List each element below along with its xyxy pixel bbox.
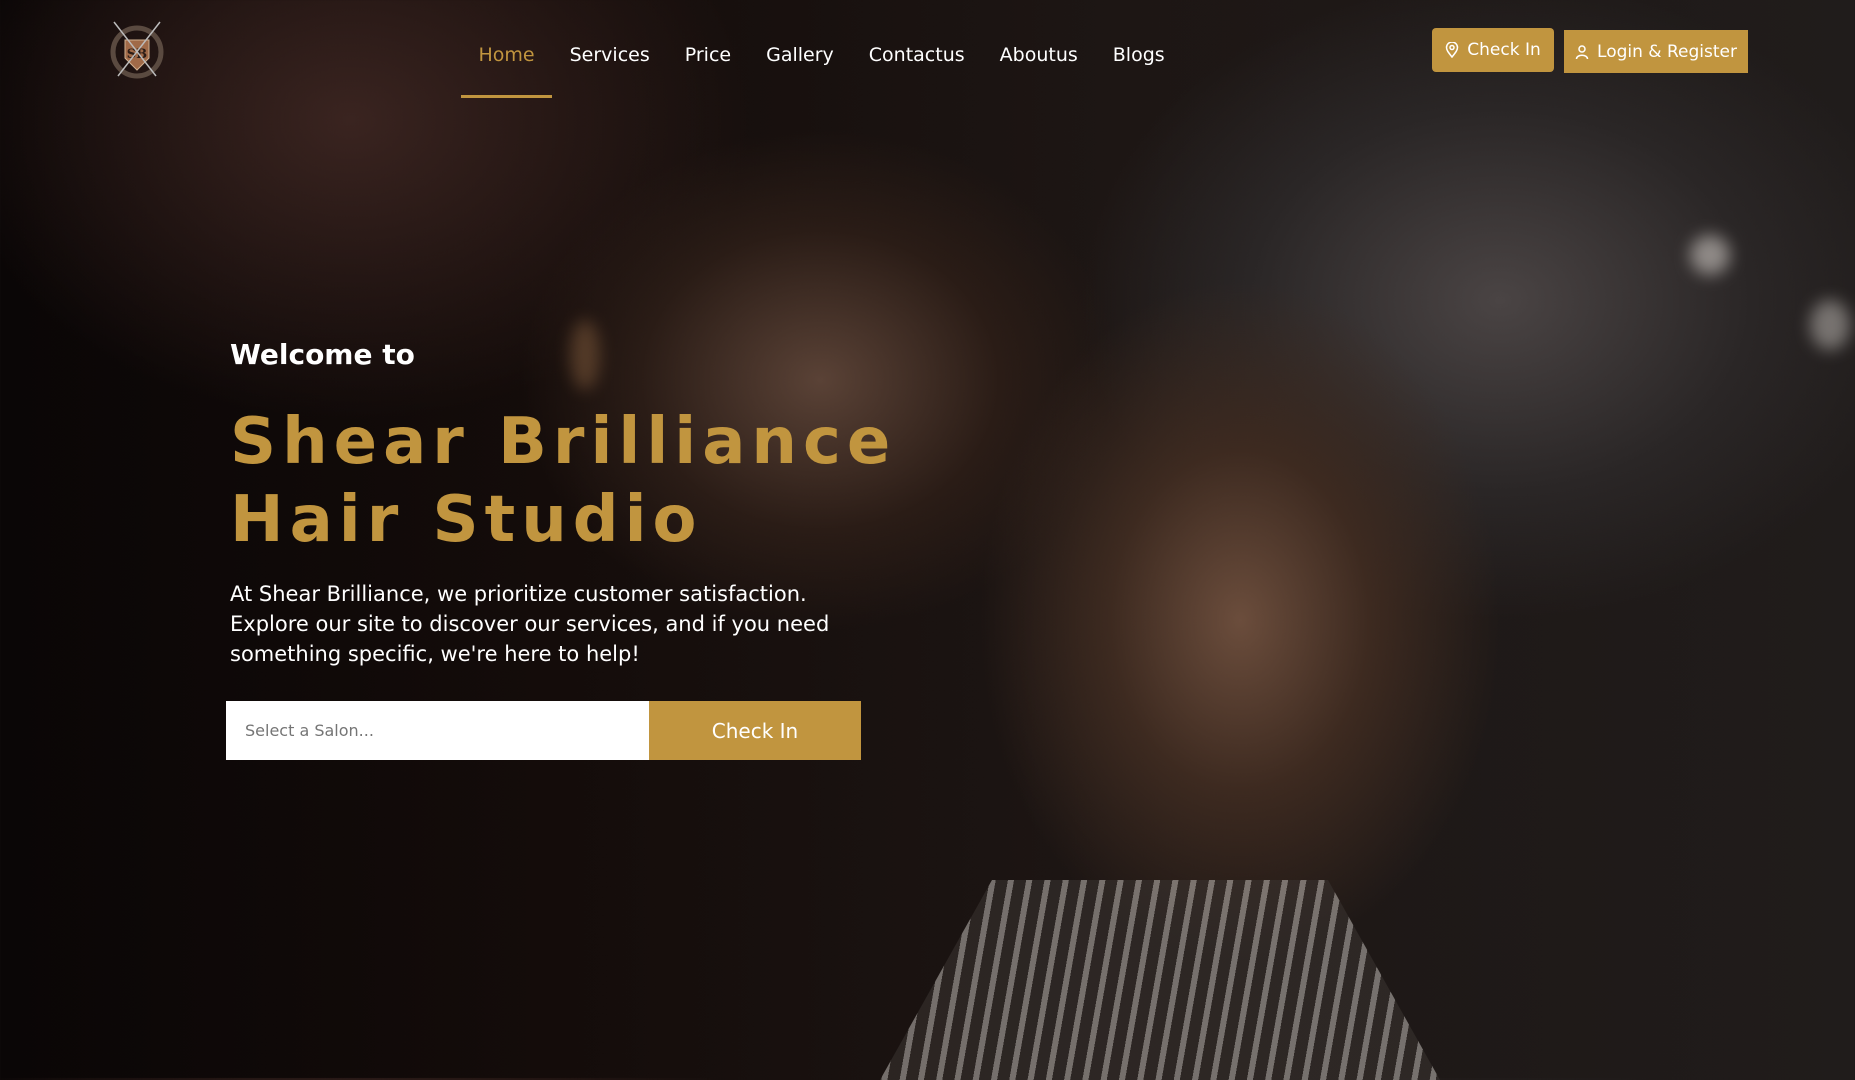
hero-background-shirt — [880, 880, 1440, 1080]
hero-title-line1: Shear Brilliance — [230, 405, 897, 479]
nav-contactus[interactable]: Contactus — [851, 40, 982, 98]
login-register-label: Login & Register — [1597, 41, 1737, 62]
login-register-button[interactable]: Login & Register — [1564, 30, 1748, 73]
user-icon — [1575, 44, 1589, 59]
hero-description: At Shear Brilliance, we prioritize custo… — [230, 582, 830, 666]
hero-section: Welcome to Shear Brilliance Hair Studio … — [230, 338, 896, 669]
nav-home[interactable]: Home — [461, 40, 553, 98]
background-light — [1810, 300, 1850, 350]
hero-title-line2: Hair Studio — [230, 483, 703, 557]
salon-select-input[interactable] — [226, 701, 649, 760]
nav-blogs[interactable]: Blogs — [1095, 40, 1182, 98]
brand-logo: SB — [110, 21, 164, 79]
nav-gallery[interactable]: Gallery — [749, 40, 852, 98]
nav-services[interactable]: Services — [552, 40, 667, 98]
header-checkin-label: Check In — [1467, 40, 1541, 60]
nav-aboutus[interactable]: Aboutus — [982, 40, 1095, 98]
main-nav: Home Services Price Gallery Contactus Ab… — [461, 40, 1182, 98]
checkin-submit-button[interactable]: Check In — [649, 701, 861, 760]
map-pin-icon — [1445, 42, 1459, 58]
hero-welcome: Welcome to — [230, 338, 415, 371]
nav-price[interactable]: Price — [667, 40, 748, 98]
checkin-form: Check In — [226, 701, 861, 760]
background-light — [1690, 235, 1730, 275]
header-checkin-button[interactable]: Check In — [1432, 28, 1554, 72]
